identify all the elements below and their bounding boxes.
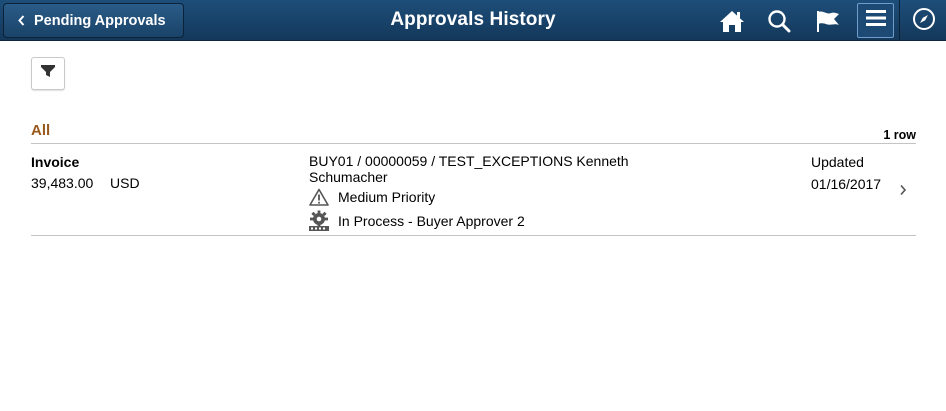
home-icon[interactable] xyxy=(717,6,747,36)
in-process-gear-icon xyxy=(308,210,330,232)
group-label: All xyxy=(31,122,51,139)
menu-icon xyxy=(865,9,886,32)
navbar-button[interactable] xyxy=(909,6,939,36)
group-divider xyxy=(31,143,916,144)
transaction-description: BUY01 / 00000059 / TEST_EXCEPTIONS Kenne… xyxy=(309,153,629,185)
document-type: Invoice xyxy=(31,154,80,170)
currency: USD xyxy=(110,175,140,191)
filter-icon xyxy=(40,63,56,84)
chevron-left-icon xyxy=(18,15,25,26)
amount: 39,483.00 xyxy=(31,175,94,191)
row-count: 1 row xyxy=(883,128,916,142)
priority: Medium Priority xyxy=(308,186,435,208)
navbar-compass-icon xyxy=(912,7,936,36)
status-label: In Process - Buyer Approver 2 xyxy=(338,213,525,229)
chevron-right-icon xyxy=(899,183,907,201)
actions-menu-button[interactable] xyxy=(857,3,894,38)
back-button[interactable]: Pending Approvals xyxy=(3,3,184,38)
app-header: Pending Approvals Approvals History xyxy=(0,0,946,41)
warning-triangle-icon xyxy=(308,186,330,208)
filter-button[interactable] xyxy=(31,57,65,90)
row-divider xyxy=(31,235,916,236)
updated-date: 01/16/2017 xyxy=(811,176,882,192)
flag-icon[interactable] xyxy=(813,6,843,36)
header-divider xyxy=(899,0,900,41)
back-button-label: Pending Approvals xyxy=(34,12,166,29)
search-icon[interactable] xyxy=(764,6,794,36)
list-item[interactable]: Invoice 39,483.00 USD BUY01 / 00000059 /… xyxy=(31,145,916,235)
status: In Process - Buyer Approver 2 xyxy=(308,210,525,232)
priority-label: Medium Priority xyxy=(338,189,436,205)
updated-label: Updated xyxy=(811,154,864,170)
